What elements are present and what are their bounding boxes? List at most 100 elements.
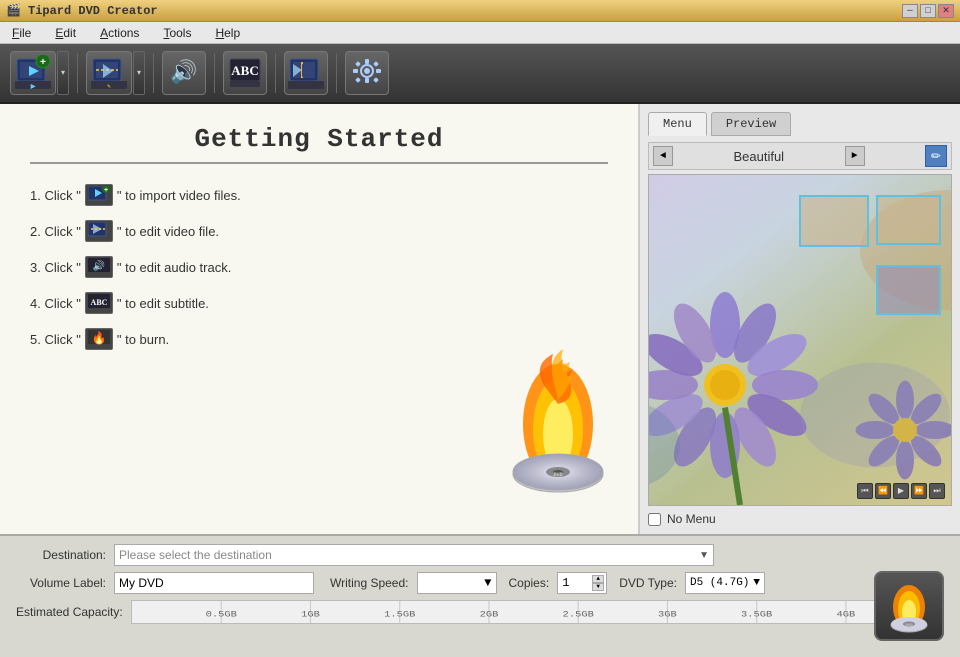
svg-text:🔥: 🔥 (91, 331, 106, 345)
menu-tools[interactable]: Tools (155, 24, 199, 42)
dvd-type-value: D5 (4.7G) (690, 577, 749, 589)
copies-decrement[interactable]: ▼ (592, 583, 604, 591)
dvd-type-select[interactable]: D5 (4.7G) ▼ (685, 572, 765, 594)
tab-bar: Menu Preview (648, 112, 952, 136)
maximize-button[interactable]: □ (920, 4, 936, 18)
menu-actions[interactable]: Actions (92, 24, 147, 42)
import-video-dropdown[interactable]: ▾ (57, 51, 69, 95)
playback-controls: ⏮ ⏪ ▶ ⏩ ⏭ (857, 483, 945, 499)
step-1: 1. Click " + " to import video files. (30, 184, 608, 206)
volume-input[interactable] (114, 572, 314, 594)
copies-value: 1 (560, 576, 571, 590)
playback-play[interactable]: ▶ (893, 483, 909, 499)
writing-speed-arrow: ▼ (484, 576, 491, 590)
svg-text:1.5GB: 1.5GB (384, 610, 416, 620)
svg-text:+: + (40, 58, 46, 69)
copies-spinners: ▲ ▼ (592, 575, 604, 591)
dvd-type-label: DVD Type: (619, 576, 677, 590)
separator-1 (77, 53, 78, 93)
bottom-panel: Destination: Please select the destinati… (0, 534, 960, 657)
svg-text:2.5GB: 2.5GB (562, 610, 594, 620)
thumbnail-3 (876, 265, 941, 315)
close-button[interactable]: ✕ (938, 4, 954, 18)
svg-text:1GB: 1GB (301, 610, 320, 620)
step-2: 2. Click " " to edit video file. (30, 220, 608, 242)
destination-row: Destination: Please select the destinati… (16, 544, 944, 566)
playback-skip-forward[interactable]: ⏭ (929, 483, 945, 499)
copies-label: Copies: (509, 576, 550, 590)
separator-2 (153, 53, 154, 93)
tab-preview[interactable]: Preview (711, 112, 791, 136)
thumbnail-2 (876, 195, 941, 245)
toolbar: ▶ + ▾ ✎ ▾ 🔊 (0, 44, 960, 104)
menu-bar: File Edit Actions Tools Help (0, 22, 960, 44)
menu-selector: ◄ Beautiful ► ✏ (648, 142, 952, 170)
destination-select[interactable]: Please select the destination ▼ (114, 544, 714, 566)
getting-started-panel: Getting Started 1. Click " + " to import… (0, 104, 640, 534)
settings-button[interactable] (345, 51, 389, 95)
playback-rewind[interactable]: ⏪ (875, 483, 891, 499)
svg-text:🔊: 🔊 (170, 58, 197, 86)
playback-skip-back[interactable]: ⏮ (857, 483, 873, 499)
dvd-flame-illustration: DVD (498, 344, 618, 504)
step-4: 4. Click " ABC " to edit subtitle. (30, 292, 608, 314)
tab-menu[interactable]: Menu (648, 112, 707, 136)
menu-file[interactable]: File (4, 24, 39, 42)
volume-row: Volume Label: Writing Speed: ▼ Copies: 1… (16, 572, 944, 594)
title-bar: 🎬 Tipard DVD Creator ─ □ ✕ (0, 0, 960, 22)
step-5-icon: 🔥 (85, 328, 113, 350)
copies-increment[interactable]: ▲ (592, 575, 604, 583)
getting-started-title: Getting Started (30, 124, 608, 154)
main-area: Getting Started 1. Click " + " to import… (0, 104, 960, 534)
svg-text:0.5GB: 0.5GB (205, 610, 237, 620)
window-controls: ─ □ ✕ (902, 4, 954, 18)
destination-label: Destination: (16, 548, 106, 562)
svg-text:ABC: ABC (231, 63, 258, 78)
svg-text:DVD: DVD (905, 624, 913, 628)
app-title: Tipard DVD Creator (28, 4, 902, 18)
burn-button[interactable]: DVD (874, 571, 944, 641)
volume-label: Volume Label: (16, 576, 106, 590)
playback-fast-forward[interactable]: ⏩ (911, 483, 927, 499)
svg-text:🔊: 🔊 (93, 259, 105, 272)
svg-text:+: + (104, 187, 108, 194)
separator-5 (336, 53, 337, 93)
menu-next-button[interactable]: ► (845, 146, 865, 166)
capacity-label: Estimated Capacity: (16, 605, 123, 619)
destination-dropdown-arrow: ▼ (699, 550, 709, 561)
edit-subtitle-button[interactable]: ABC (223, 51, 267, 95)
svg-text:3GB: 3GB (658, 610, 677, 620)
svg-text:2GB: 2GB (479, 610, 498, 620)
no-menu-label: No Menu (667, 512, 716, 526)
writing-speed-select[interactable]: ▼ (417, 572, 497, 594)
menu-help[interactable]: Help (207, 24, 248, 42)
step-3-icon: 🔊 (85, 256, 113, 278)
menu-edit[interactable]: Edit (47, 24, 84, 42)
menu-preview-area: ⏮ ⏪ ▶ ⏩ ⏭ (648, 174, 952, 506)
no-menu-option: No Menu (648, 512, 952, 526)
no-menu-checkbox[interactable] (648, 513, 661, 526)
svg-text:ABC: ABC (90, 298, 107, 307)
capacity-row: Estimated Capacity: 0.5GB 1GB 1.5GB 2GB … (16, 600, 944, 624)
svg-text:4GB: 4GB (836, 610, 855, 620)
svg-text:✎: ✎ (107, 84, 111, 90)
minimize-button[interactable]: ─ (902, 4, 918, 18)
thumbnail-1 (799, 195, 869, 247)
separator-3 (214, 53, 215, 93)
menu-preview-panel: Menu Preview ◄ Beautiful ► ✏ (640, 104, 960, 534)
svg-text:3.5GB: 3.5GB (741, 610, 773, 620)
menu-prev-button[interactable]: ◄ (653, 146, 673, 166)
svg-text:DVD: DVD (553, 472, 562, 478)
edit-menu-button[interactable]: ✏ (925, 145, 947, 167)
edit-audio-button[interactable]: 🔊 (162, 51, 206, 95)
edit-video-button[interactable]: ✎ (86, 51, 132, 95)
edit-video-dropdown[interactable]: ▾ (133, 51, 145, 95)
copies-input: 1 ▲ ▼ (557, 572, 607, 594)
step-3: 3. Click " 🔊 " to edit audio track. (30, 256, 608, 278)
separator-4 (275, 53, 276, 93)
cut-button[interactable] (284, 51, 328, 95)
import-video-button[interactable]: ▶ + (10, 51, 56, 95)
step-4-icon: ABC (85, 292, 113, 314)
app-icon: 🎬 (6, 3, 22, 19)
divider (30, 162, 608, 164)
